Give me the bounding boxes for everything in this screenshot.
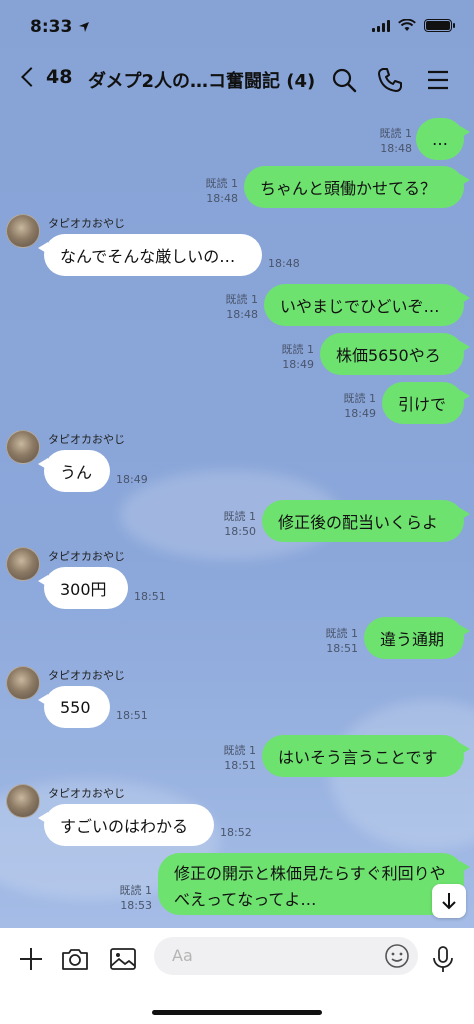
message-bubble[interactable]: 修正の開示と株価見たらすぐ利回りやべえってなってよ… xyxy=(158,853,470,915)
sender-name: タピオカおやじ xyxy=(48,669,125,682)
status-icons xyxy=(372,19,455,32)
avatar[interactable] xyxy=(6,666,40,700)
sender-name: タピオカおやじ xyxy=(48,217,125,230)
message-bubble[interactable]: … xyxy=(416,118,470,160)
message-meta: 既読 1 18:50 xyxy=(223,510,257,538)
phone-icon[interactable] xyxy=(376,66,404,94)
mic-icon[interactable] xyxy=(428,944,458,974)
message-time: 18:52 xyxy=(220,826,252,839)
message-meta: 既読 1 18:51 xyxy=(223,744,257,772)
message-bubble[interactable]: 株価5650やろ xyxy=(320,333,470,375)
message-bubble[interactable]: いやまじでひどいぞ… xyxy=(264,284,470,326)
status-time: 8:33 xyxy=(30,17,73,37)
sender-name: タピオカおやじ xyxy=(48,433,125,446)
image-icon[interactable] xyxy=(108,944,138,974)
message-bubble[interactable]: ちゃんと頭働かせてる？ xyxy=(244,166,470,208)
message-meta: 既読 1 18:49 xyxy=(281,343,315,371)
wifi-icon xyxy=(398,19,416,31)
location-icon xyxy=(79,22,89,32)
message-time: 18:49 xyxy=(116,473,148,486)
message-input[interactable]: Aa xyxy=(154,937,418,975)
scroll-to-bottom-button[interactable] xyxy=(432,884,466,918)
message-meta: 既読 1 18:51 xyxy=(325,627,359,655)
battery-icon xyxy=(424,19,455,32)
camera-icon[interactable] xyxy=(60,944,90,974)
message-bubble[interactable]: うん xyxy=(38,450,110,492)
message-meta: 既読 1 18:53 xyxy=(119,884,153,912)
message-bubble[interactable]: 引けで xyxy=(382,382,470,424)
message-time: 18:51 xyxy=(134,590,166,603)
avatar[interactable] xyxy=(6,547,40,581)
message-meta: 既読 1 18:48 xyxy=(205,177,239,205)
home-indicator xyxy=(152,1010,322,1015)
message-bubble[interactable]: 550 xyxy=(38,686,110,728)
chat-title[interactable]: ダメプ2人の…コ奮闘記 (4) xyxy=(88,67,315,93)
message-bubble[interactable]: はいそう言うことです xyxy=(262,735,470,777)
status-bar: 8:33 xyxy=(0,0,474,50)
message-time: 18:51 xyxy=(116,709,148,722)
sender-name: タピオカおやじ xyxy=(48,787,125,800)
unread-count: 48 xyxy=(46,66,73,88)
message-bubble[interactable]: 修正後の配当いくらよ xyxy=(262,500,470,542)
plus-icon[interactable] xyxy=(16,944,46,974)
arrow-down-icon xyxy=(442,893,456,910)
chevron-left-icon xyxy=(21,67,41,87)
message-time: 18:48 xyxy=(268,257,300,270)
message-meta: 既読 1 18:48 xyxy=(225,293,259,321)
message-meta: 既読 1 18:49 xyxy=(343,392,377,420)
avatar[interactable] xyxy=(6,784,40,818)
message-meta: 既読 1 18:48 xyxy=(379,127,413,155)
menu-icon[interactable] xyxy=(424,66,452,94)
avatar[interactable] xyxy=(6,214,40,248)
search-icon[interactable] xyxy=(330,66,358,94)
signal-icon xyxy=(372,19,390,32)
back-button[interactable]: 48 xyxy=(16,66,72,88)
avatar[interactable] xyxy=(6,430,40,464)
message-bubble[interactable]: 300円 xyxy=(38,567,128,609)
message-bubble[interactable]: 違う通期 xyxy=(364,617,470,659)
emoji-icon[interactable] xyxy=(384,943,410,969)
message-bubble[interactable]: すごいのはわかる xyxy=(38,804,214,846)
sender-name: タピオカおやじ xyxy=(48,550,125,563)
chat-header: 48 ダメプ2人の…コ奮闘記 (4) xyxy=(0,52,474,108)
message-bubble[interactable]: なんでそんな厳しいの… xyxy=(38,234,262,276)
